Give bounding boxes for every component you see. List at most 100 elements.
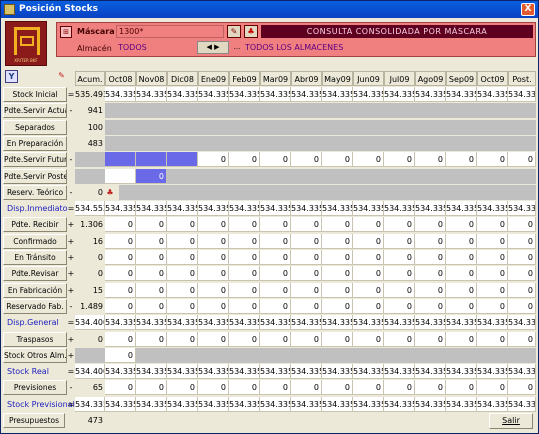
month-cell[interactable]: 0 (446, 332, 477, 347)
month-cell[interactable]: 0 (105, 283, 136, 298)
month-cell[interactable]: 534.335 (105, 364, 136, 379)
month-cell[interactable]: 534.335 (198, 397, 229, 412)
month-cell[interactable] (136, 152, 167, 167)
month-cell[interactable]: 0 (291, 266, 322, 281)
month-cell[interactable]: 534.335 (260, 364, 291, 379)
month-cell[interactable]: 534.335 (384, 397, 415, 412)
month-cell[interactable]: 0 (322, 234, 353, 249)
row-label-button[interactable]: Pdte.Servir Poster. (3, 169, 67, 184)
month-cell[interactable]: 0 (353, 283, 384, 298)
row-label-button[interactable]: Confirmado (3, 234, 67, 249)
month-cell[interactable]: 534.335 (291, 397, 322, 412)
month-cell[interactable]: 0 (198, 380, 229, 395)
month-cell[interactable]: 0 (446, 283, 477, 298)
month-cell[interactable]: 534.335 (105, 397, 136, 412)
row-label-button[interactable]: Reservado Fab. (3, 299, 67, 314)
month-cell[interactable]: 534.335 (353, 364, 384, 379)
mushroom-icon[interactable]: ♣ (105, 185, 117, 200)
month-cell[interactable]: 534.335 (198, 87, 229, 102)
month-cell[interactable]: 0 (229, 380, 260, 395)
month-cell[interactable]: 0 (477, 266, 508, 281)
month-cell[interactable]: 0 (260, 283, 291, 298)
month-cell[interactable]: 0 (353, 266, 384, 281)
month-cell[interactable]: 534.335 (415, 201, 446, 216)
month-cell[interactable]: 534.335 (322, 87, 353, 102)
month-cell[interactable]: 0 (477, 250, 508, 265)
month-cell[interactable]: 534.335 (198, 315, 229, 330)
month-cell[interactable]: 0 (477, 283, 508, 298)
month-cell[interactable]: 0 (229, 299, 260, 314)
month-cell[interactable]: 0 (105, 234, 136, 249)
month-cell[interactable]: 534.335 (508, 315, 536, 330)
month-cell[interactable]: 0 (508, 380, 536, 395)
month-cell[interactable]: 0 (508, 234, 536, 249)
month-cell[interactable]: 0 (508, 332, 536, 347)
month-cell[interactable]: 0 (167, 234, 198, 249)
month-cell[interactable]: 534.335 (136, 201, 167, 216)
search-icon[interactable]: ✎ (227, 25, 241, 38)
month-cell[interactable]: 0 (415, 152, 446, 167)
month-cell[interactable]: 0 (415, 266, 446, 281)
month-cell[interactable]: 0 (291, 332, 322, 347)
month-cell[interactable]: 0 (136, 169, 167, 184)
month-cell[interactable]: 534.335 (260, 87, 291, 102)
row-label-button[interactable]: Separados (3, 120, 67, 135)
month-cell[interactable]: 0 (291, 250, 322, 265)
month-cell[interactable]: 0 (508, 299, 536, 314)
month-cell[interactable]: 0 (291, 217, 322, 232)
month-cell[interactable]: 0 (384, 152, 415, 167)
month-cell[interactable]: 534.335 (353, 87, 384, 102)
month-cell[interactable]: 0 (384, 234, 415, 249)
month-cell[interactable]: 534.335 (105, 201, 136, 216)
month-cell[interactable]: 0 (105, 380, 136, 395)
row-label-button[interactable]: Pdte.Servir Actual (3, 103, 67, 118)
month-cell[interactable]: 0 (260, 217, 291, 232)
month-cell[interactable] (167, 152, 198, 167)
almacen-browse-button[interactable]: ... (231, 41, 243, 54)
month-cell[interactable]: 534.335 (198, 201, 229, 216)
row-label-button[interactable]: En Tránsito (3, 250, 67, 265)
month-cell[interactable]: 0 (136, 380, 167, 395)
month-cell[interactable]: 534.335 (477, 397, 508, 412)
month-cell[interactable]: 534.335 (477, 364, 508, 379)
month-cell[interactable]: 534.335 (353, 315, 384, 330)
month-cell[interactable]: 0 (415, 332, 446, 347)
month-cell[interactable]: 534.335 (167, 315, 198, 330)
row-label-button[interactable]: Stock Otros Alm. (3, 348, 67, 363)
month-cell[interactable]: 534.335 (167, 364, 198, 379)
month-cell[interactable]: 534.335 (167, 397, 198, 412)
month-cell[interactable]: 534.335 (446, 315, 477, 330)
month-cell[interactable]: 0 (136, 283, 167, 298)
month-cell[interactable]: 534.335 (229, 201, 260, 216)
month-cell[interactable]: 0 (477, 152, 508, 167)
month-cell[interactable]: 0 (353, 299, 384, 314)
month-cell[interactable]: 0 (415, 380, 446, 395)
month-cell[interactable]: 534.335 (384, 201, 415, 216)
month-cell[interactable]: 0 (229, 217, 260, 232)
month-cell[interactable]: 0 (477, 217, 508, 232)
month-cell[interactable]: 0 (198, 299, 229, 314)
month-cell[interactable]: 0 (260, 299, 291, 314)
almacen-input[interactable]: TODOS (116, 41, 196, 54)
month-cell[interactable]: 0 (322, 266, 353, 281)
month-cell[interactable]: 0 (229, 266, 260, 281)
month-cell[interactable] (105, 169, 136, 184)
month-cell[interactable]: 534.335 (291, 87, 322, 102)
month-cell[interactable]: 0 (229, 234, 260, 249)
month-cell[interactable]: 0 (105, 299, 136, 314)
month-cell[interactable]: 0 (198, 217, 229, 232)
month-cell[interactable]: 0 (322, 217, 353, 232)
month-cell[interactable]: 534.335 (477, 87, 508, 102)
month-cell[interactable]: 0 (446, 152, 477, 167)
month-cell[interactable]: 534.335 (508, 87, 536, 102)
month-cell[interactable]: 0 (136, 332, 167, 347)
row-label-button[interactable]: Presupuestos (3, 413, 65, 428)
month-cell[interactable]: 0 (105, 332, 136, 347)
row-label-button[interactable]: Pdte.Revisar (3, 266, 67, 281)
month-cell[interactable]: 0 (322, 152, 353, 167)
mushroom-icon[interactable]: ♣ (244, 25, 258, 38)
month-cell[interactable]: 534.335 (353, 201, 384, 216)
month-cell[interactable]: 534.335 (508, 201, 536, 216)
month-cell[interactable]: 0 (353, 332, 384, 347)
month-cell[interactable]: 534.335 (229, 315, 260, 330)
